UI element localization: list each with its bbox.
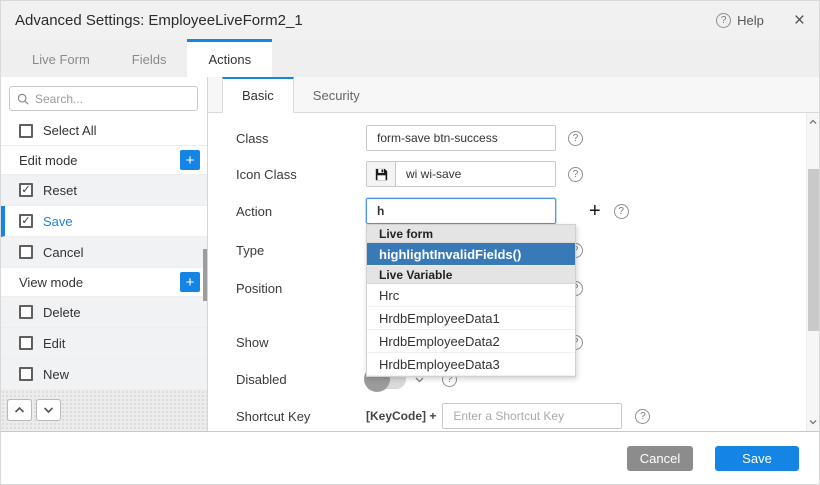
tab-security[interactable]: Security — [294, 77, 379, 112]
sidebar-group-view-mode: View mode + — [1, 268, 207, 297]
move-down-button[interactable] — [36, 399, 61, 421]
dropdown-option-hrdbemployeedata1[interactable]: HrdbEmployeeData1 — [367, 307, 575, 330]
field-label: Action — [236, 204, 366, 219]
field-label: Position — [236, 281, 366, 296]
help-icon[interactable]: ? — [568, 167, 583, 182]
tab-actions[interactable]: Actions — [187, 39, 272, 77]
panel-tabbar: Basic Security — [208, 77, 819, 113]
sidebar-item-reset[interactable]: ✓ Reset — [1, 175, 207, 206]
scroll-down-icon[interactable] — [807, 416, 819, 428]
icon-class-control — [366, 161, 556, 187]
field-label: Disabled — [236, 372, 366, 387]
group-label: Edit mode — [19, 153, 78, 168]
dropdown-group-header: Live Variable — [367, 266, 575, 284]
chevron-up-icon — [14, 406, 25, 414]
basic-form: Class ? Icon Class — [208, 113, 819, 431]
advanced-settings-dialog: Advanced Settings: EmployeeLiveForm2_1 ?… — [0, 0, 820, 485]
action-input[interactable] — [366, 198, 556, 224]
field-label: Icon Class — [236, 167, 366, 182]
search-icon — [17, 93, 29, 105]
add-action-button[interactable]: + — [180, 272, 200, 292]
help-label: Help — [737, 13, 764, 28]
dialog-title: Advanced Settings: EmployeeLiveForm2_1 — [15, 12, 716, 29]
sidebar-item-label: Save — [43, 214, 73, 229]
dropdown-group-header: Live form — [367, 225, 575, 243]
dialog-body: ✓ Select All Edit mode + ✓ Reset ✓ Save … — [1, 77, 819, 431]
checkbox-select-all[interactable]: ✓ — [19, 124, 33, 138]
checkbox-reset[interactable]: ✓ — [19, 183, 33, 197]
sidebar-item-label: Edit — [43, 336, 65, 351]
save-icon — [367, 162, 396, 186]
sidebar-footer — [1, 390, 207, 431]
dropdown-option-hrdbemployeedata2[interactable]: HrdbEmployeeData2 — [367, 330, 575, 353]
field-label: Type — [236, 243, 366, 258]
move-up-button[interactable] — [7, 399, 32, 421]
sidebar-item-label: Reset — [43, 183, 77, 198]
help-icon[interactable]: ? — [635, 409, 650, 424]
checkbox-edit[interactable]: ✓ — [19, 336, 33, 350]
dialog-tabbar: Live Form Fields Actions — [1, 39, 819, 77]
help-icon[interactable]: ? — [614, 204, 629, 219]
checkbox-new[interactable]: ✓ — [19, 367, 33, 381]
sidebar-group-edit-mode: Edit mode + — [1, 146, 207, 175]
help-icon[interactable]: ? — [568, 131, 583, 146]
sidebar-item-new[interactable]: ✓ New — [1, 359, 207, 390]
checkbox-delete[interactable]: ✓ — [19, 305, 33, 319]
shortcut-key-input[interactable] — [442, 403, 622, 429]
sidebar-item-save[interactable]: ✓ Save — [1, 206, 207, 237]
field-label: Shortcut Key — [236, 409, 366, 424]
field-row-action: Action + ? — [236, 198, 819, 224]
sidebar-item-edit[interactable]: ✓ Edit — [1, 328, 207, 359]
sidebar-item-label: New — [43, 367, 69, 382]
scroll-up-icon[interactable] — [807, 116, 819, 128]
panel-scrollbar[interactable] — [806, 113, 819, 431]
sidebar-item-label: Cancel — [43, 245, 83, 260]
dropdown-option-highlightinvalidfields[interactable]: highlightInvalidFields() — [367, 243, 575, 266]
tab-fields[interactable]: Fields — [111, 39, 188, 77]
actions-sidebar: ✓ Select All Edit mode + ✓ Reset ✓ Save … — [1, 77, 208, 431]
keycode-prefix: [KeyCode] + — [366, 409, 436, 423]
action-settings-panel: Basic Security Class ? Icon Class — [208, 77, 819, 431]
save-button[interactable]: Save — [715, 446, 799, 471]
tab-live-form[interactable]: Live Form — [11, 39, 111, 77]
field-row-class: Class ? — [236, 125, 819, 151]
tab-basic[interactable]: Basic — [222, 77, 294, 113]
help-icon: ? — [716, 13, 731, 28]
icon-class-input[interactable] — [396, 162, 555, 186]
chevron-down-icon — [43, 406, 54, 414]
help-button[interactable]: ? Help — [716, 13, 764, 28]
field-label: Show — [236, 335, 366, 350]
sidebar-item-label: Delete — [43, 305, 81, 320]
cancel-button[interactable]: Cancel — [627, 446, 693, 471]
panel-scrollbar-thumb[interactable] — [808, 169, 819, 331]
action-suggestions-dropdown: Live form highlightInvalidFields() Live … — [366, 224, 576, 377]
search-box — [9, 86, 198, 111]
dialog-footer: Cancel Save — [1, 431, 819, 484]
add-action-icon[interactable]: + — [589, 201, 601, 221]
dropdown-option-hrdbemployeedata3[interactable]: HrdbEmployeeData3 — [367, 353, 575, 376]
close-icon[interactable]: × — [794, 11, 805, 30]
dialog-header: Advanced Settings: EmployeeLiveForm2_1 ?… — [1, 1, 819, 39]
add-action-button[interactable]: + — [180, 150, 200, 170]
group-label: View mode — [19, 275, 83, 290]
search-input[interactable] — [35, 92, 190, 106]
checkbox-save[interactable]: ✓ — [19, 214, 33, 228]
sidebar-item-label: Select All — [43, 123, 96, 138]
dropdown-option-hrc[interactable]: Hrc — [367, 284, 575, 307]
field-row-shortcut-key: Shortcut Key [KeyCode] + ? — [236, 403, 819, 429]
sidebar-scrollbar-thumb[interactable] — [203, 249, 207, 301]
class-input[interactable] — [366, 125, 556, 151]
sidebar-item-cancel[interactable]: ✓ Cancel — [1, 237, 207, 268]
sidebar-item-select-all[interactable]: ✓ Select All — [1, 116, 207, 146]
search-container — [1, 77, 207, 116]
sidebar-item-delete[interactable]: ✓ Delete — [1, 297, 207, 328]
field-row-icon-class: Icon Class ? — [236, 161, 819, 187]
field-label: Class — [236, 131, 366, 146]
checkbox-cancel[interactable]: ✓ — [19, 245, 33, 259]
